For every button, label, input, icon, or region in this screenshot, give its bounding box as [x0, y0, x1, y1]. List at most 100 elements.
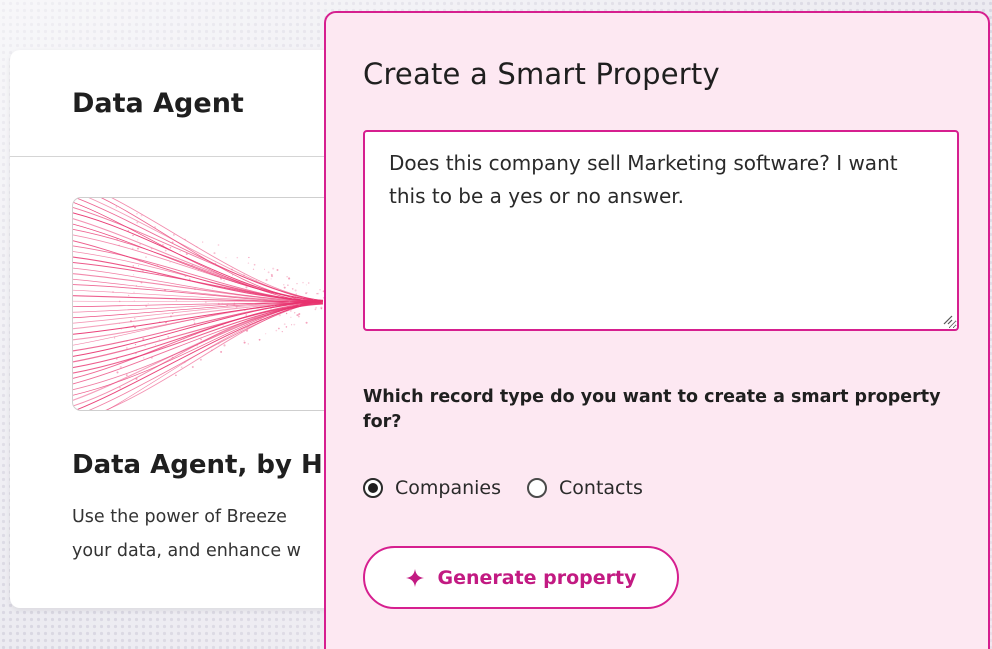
- resize-handle-icon[interactable]: [941, 313, 953, 325]
- streak-dot: [301, 297, 304, 300]
- streak-dot: [180, 366, 183, 369]
- streak-dot: [171, 356, 174, 359]
- streak-dot: [267, 271, 270, 274]
- streak-dot: [127, 230, 130, 232]
- streak-dot: [223, 280, 225, 282]
- radio-option-companies[interactable]: Companies: [363, 477, 501, 499]
- streak-dot: [302, 281, 304, 284]
- streak-dot: [175, 299, 178, 301]
- streak-dot: [183, 361, 186, 364]
- streak-dot: [227, 303, 229, 305]
- streak-dot: [191, 264, 194, 267]
- streak-dot: [115, 206, 117, 208]
- streak-dot: [252, 268, 255, 270]
- streak-dot: [298, 315, 300, 318]
- streak-dot: [140, 270, 142, 272]
- streak-dot: [116, 371, 119, 374]
- streak-dot: [172, 312, 174, 315]
- streak-dot: [132, 324, 135, 327]
- streak-dot: [194, 333, 196, 335]
- streak-dot: [134, 317, 136, 320]
- streak-dot: [321, 302, 323, 304]
- streak-dot: [290, 316, 292, 318]
- streak-dot: [247, 325, 250, 327]
- streak-dot: [294, 289, 297, 292]
- streak-line: [74, 300, 324, 410]
- streak-dot: [142, 337, 145, 341]
- streak-dot: [133, 291, 135, 294]
- streak-dot: [223, 344, 226, 347]
- streak-dot: [130, 320, 132, 323]
- radio-label-contacts: Contacts: [559, 477, 643, 499]
- streak-line: [73, 223, 324, 301]
- streak-dot: [145, 304, 148, 308]
- radio-option-contacts[interactable]: Contacts: [527, 477, 643, 499]
- prompt-textarea[interactable]: [363, 130, 959, 331]
- streak-dot: [172, 233, 175, 236]
- streak-dot: [164, 249, 167, 252]
- streak-dot: [274, 314, 277, 317]
- streak-dot: [288, 300, 291, 303]
- streak-dot: [287, 292, 290, 295]
- streak-dot: [218, 343, 220, 345]
- streak-dot: [285, 312, 288, 315]
- streak-dot: [296, 283, 298, 285]
- streak-dot: [235, 305, 238, 308]
- streak-dot: [244, 309, 246, 312]
- streak-dot: [199, 358, 202, 361]
- streak-dot: [119, 387, 121, 389]
- streak-dot: [255, 280, 257, 282]
- streak-dot: [150, 247, 153, 250]
- streak-dot: [179, 251, 181, 253]
- streak-dot: [305, 284, 307, 286]
- streak-dot: [208, 267, 211, 270]
- streak-dot: [258, 338, 261, 341]
- streak-dot: [164, 321, 167, 324]
- streak-dot: [220, 277, 223, 280]
- streak-dot: [222, 286, 225, 289]
- streak-dot: [125, 374, 128, 377]
- streak-line: [73, 245, 324, 303]
- streak-dot: [295, 293, 298, 295]
- streak-dot: [128, 294, 130, 297]
- streak-dot: [153, 226, 157, 229]
- streak-line: [73, 299, 324, 391]
- hero-desc-line-1: Use the power of Breeze: [72, 507, 287, 527]
- streak-dot: [240, 331, 243, 334]
- streak-dot: [245, 329, 249, 332]
- streak-dot: [288, 277, 291, 280]
- streak-dot: [200, 338, 202, 340]
- streak-dot: [272, 267, 275, 270]
- streak-dot: [270, 278, 272, 280]
- streak-dot: [283, 323, 286, 326]
- streak-dot: [166, 365, 168, 367]
- streak-dot: [133, 300, 135, 302]
- generate-property-label: Generate property: [437, 566, 637, 589]
- streak-dot: [283, 286, 286, 289]
- streak-dot: [267, 304, 270, 306]
- streak-dot: [243, 274, 245, 277]
- streak-dot: [226, 304, 229, 307]
- streak-dot: [286, 276, 288, 278]
- data-agent-card: Data Agent Data Agent, by HubSpot Use th…: [10, 50, 350, 608]
- streak-dot: [233, 302, 236, 305]
- streak-dot: [185, 252, 188, 256]
- streak-dot: [183, 339, 185, 342]
- streak-dot: [273, 305, 276, 308]
- streak-dot: [169, 315, 173, 318]
- streak-dot: [225, 257, 227, 259]
- generate-property-button[interactable]: Generate property: [363, 546, 679, 609]
- streak-dot: [146, 271, 148, 273]
- streak-dot: [184, 238, 186, 241]
- hero-title: Data Agent, by HubSpot: [72, 450, 350, 480]
- radio-button-contacts[interactable]: [527, 478, 548, 498]
- streak-dot: [193, 319, 196, 322]
- streak-dot: [315, 306, 318, 309]
- hero-illustration: [72, 197, 350, 411]
- radio-button-companies[interactable]: [363, 478, 383, 498]
- streak-dot: [236, 256, 239, 259]
- streak-dot: [313, 298, 315, 300]
- streak-dot: [132, 234, 134, 237]
- streak-dot: [133, 274, 135, 276]
- streak-dot: [287, 284, 289, 286]
